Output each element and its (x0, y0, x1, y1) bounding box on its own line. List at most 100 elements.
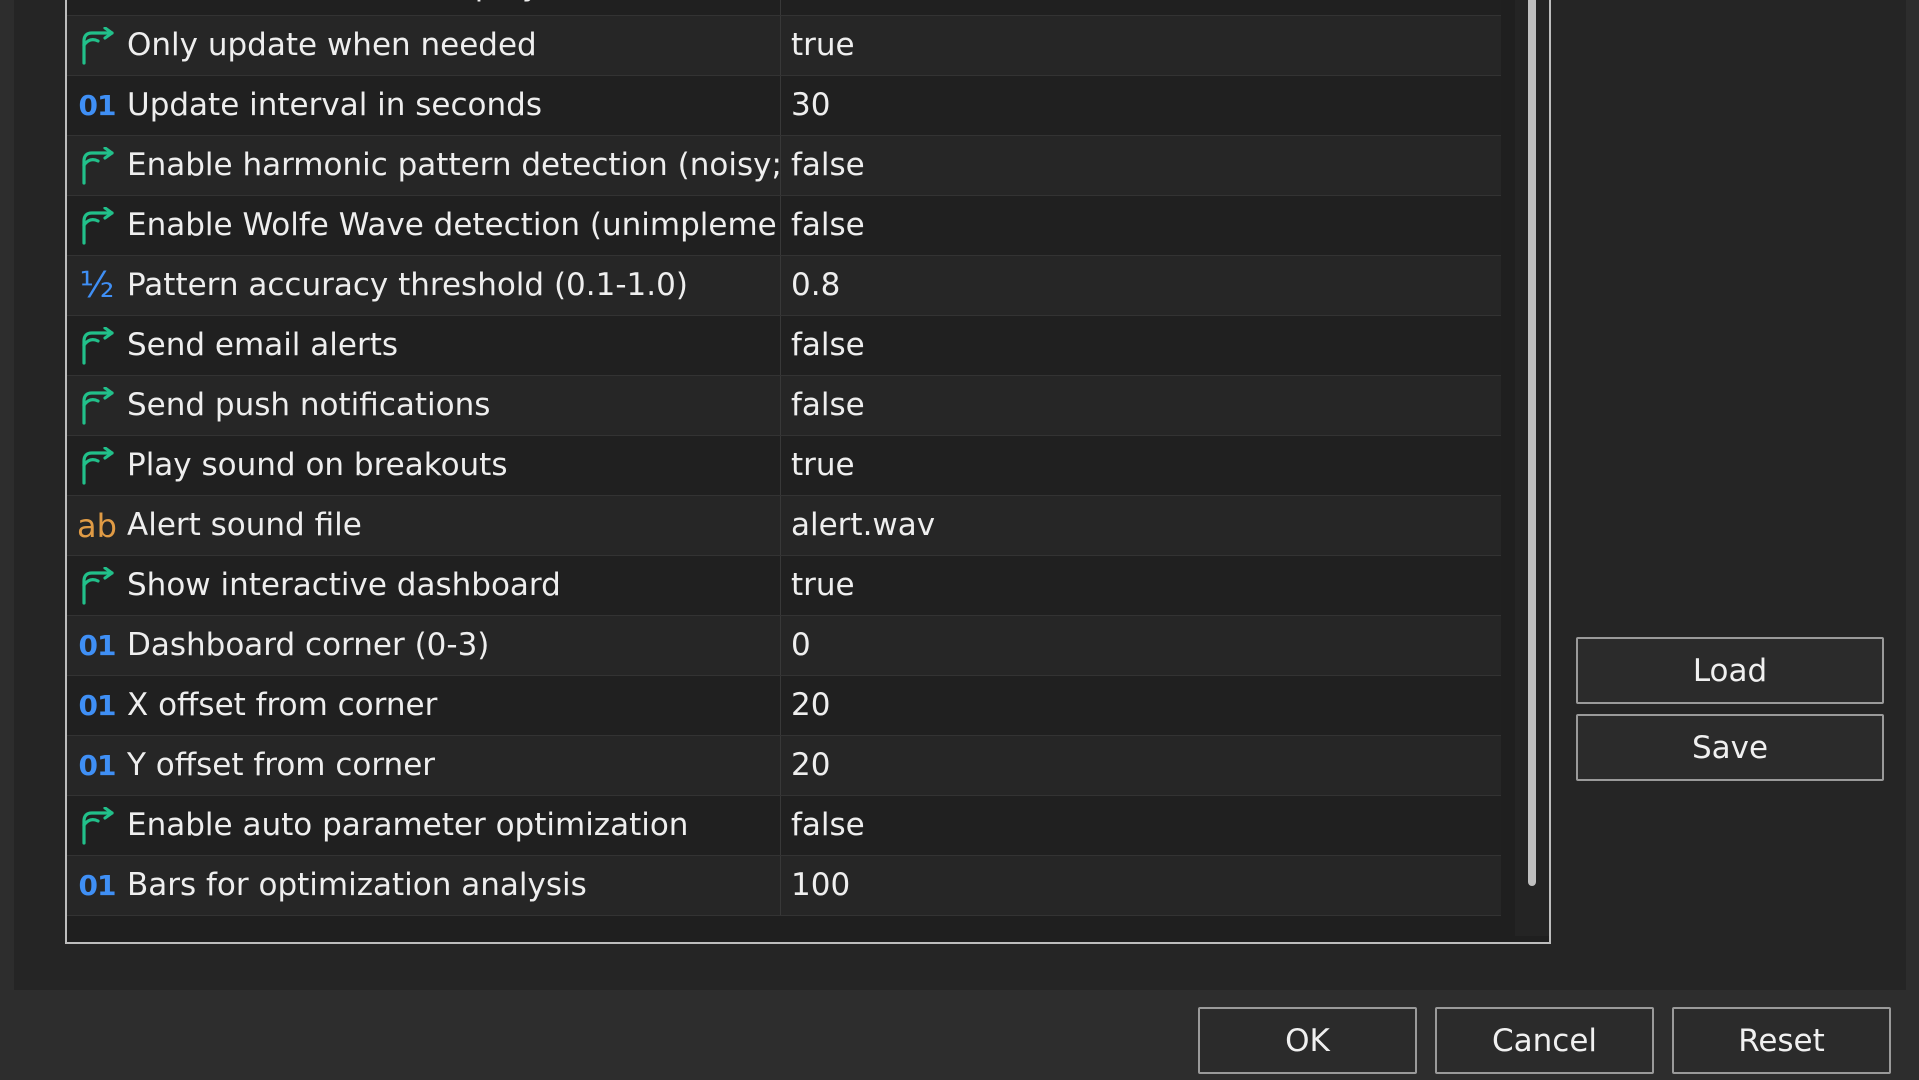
parameter-value-cell[interactable]: false (781, 376, 1501, 435)
parameter-value-cell[interactable]: false (781, 796, 1501, 855)
parameter-value[interactable]: 100 (791, 870, 850, 901)
parameter-value-cell[interactable]: 20 (781, 736, 1501, 795)
parameter-label: Send email alerts (127, 327, 399, 363)
parameter-row[interactable]: 01 X offset from corner 20 (67, 676, 1501, 736)
parameter-value[interactable]: false (791, 150, 865, 181)
parameter-value[interactable]: true (791, 570, 855, 601)
parameter-value[interactable]: alert.wav (791, 510, 935, 541)
parameter-label: Bars for optimization analysis (127, 867, 587, 903)
parameter-row[interactable]: Send push notifications false (67, 376, 1501, 436)
parameter-name-cell: Send email alerts (67, 316, 781, 375)
boolean-icon (75, 146, 119, 186)
parameter-value-cell[interactable]: 20 (781, 0, 1501, 15)
parameter-row[interactable]: Send email alerts false (67, 316, 1501, 376)
parameter-value-cell[interactable]: 100 (781, 856, 1501, 915)
boolean-icon (75, 806, 119, 846)
parameter-name-cell: Show interactive dashboard (67, 556, 781, 615)
boolean-icon (75, 26, 119, 66)
parameter-name-cell: 01 Bars for optimization analysis (67, 856, 781, 915)
parameter-name-cell: 01 Dashboard corner (0-3) (67, 616, 781, 675)
integer-icon: 01 (78, 89, 117, 122)
parameter-name-cell: 01 Maximum levels to display (67, 0, 781, 15)
boolean-icon (75, 326, 119, 366)
parameter-name-cell: 01 Y offset from corner (67, 736, 781, 795)
parameter-value-cell[interactable]: 20 (781, 676, 1501, 735)
parameter-row[interactable]: Enable harmonic pattern detection (noisy… (67, 136, 1501, 196)
parameter-name-cell: ½ Pattern accuracy threshold (0.1-1.0) (67, 256, 781, 315)
parameter-value-cell[interactable]: 0 (781, 616, 1501, 675)
parameter-label: Update interval in seconds (127, 87, 542, 123)
parameter-row[interactable]: Enable auto parameter optimization false (67, 796, 1501, 856)
parameter-value-cell[interactable]: false (781, 316, 1501, 375)
parameter-value[interactable]: true (791, 30, 855, 61)
parameter-label: Enable auto parameter optimization (127, 807, 689, 843)
parameter-row[interactable]: ½ Pattern accuracy threshold (0.1-1.0) 0.8 (67, 256, 1501, 316)
integer-icon: 01 (78, 749, 117, 782)
save-button[interactable]: Save (1576, 714, 1884, 781)
parameter-name-cell: Enable harmonic pattern detection (noisy… (67, 136, 781, 195)
parameter-value[interactable]: 0 (791, 630, 811, 661)
parameter-row[interactable]: 01 Y offset from corner 20 (67, 736, 1501, 796)
reset-button[interactable]: Reset (1672, 1007, 1891, 1074)
parameter-name-cell: Enable auto parameter optimization (67, 796, 781, 855)
parameter-value[interactable]: 20 (791, 690, 830, 721)
load-button[interactable]: Load (1576, 637, 1884, 704)
parameter-label: Y offset from corner (127, 747, 436, 783)
integer-icon: 01 (75, 0, 119, 6)
parameter-row[interactable]: Only update when needed true (67, 16, 1501, 76)
parameter-label: Alert sound file (127, 507, 362, 543)
parameter-value-cell[interactable]: true (781, 556, 1501, 615)
parameter-row[interactable]: 01 Dashboard corner (0-3) 0 (67, 616, 1501, 676)
parameter-value-cell[interactable]: false (781, 196, 1501, 255)
parameter-label: Enable Wolfe Wave detection (unimpleme..… (127, 207, 781, 243)
parameter-row[interactable]: Enable Wolfe Wave detection (unimpleme..… (67, 196, 1501, 256)
string-icon: ab (77, 506, 117, 545)
parameter-value-cell[interactable]: 0.8 (781, 256, 1501, 315)
parameter-name-cell: Only update when needed (67, 16, 781, 75)
parameter-value-cell[interactable]: 30 (781, 76, 1501, 135)
parameter-name-cell: Play sound on breakouts (67, 436, 781, 495)
parameter-value[interactable]: 20 (791, 750, 830, 781)
parameter-row[interactable]: Show interactive dashboard true (67, 556, 1501, 616)
integer-icon: 01 (78, 689, 117, 722)
boolean-icon (75, 386, 119, 426)
parameters-table: 01 Maximum levels to display 20 Only update… (65, 0, 1551, 944)
parameter-row[interactable]: 01 Update interval in seconds 30 (67, 76, 1501, 136)
boolean-icon (75, 566, 119, 606)
parameter-name-cell: 01 Update interval in seconds (67, 76, 781, 135)
double-icon: ½ (79, 265, 115, 306)
boolean-icon (75, 206, 119, 246)
parameter-value[interactable]: false (791, 210, 865, 241)
integer-icon: 01 (78, 869, 117, 902)
parameter-value[interactable]: 30 (791, 90, 830, 121)
parameter-row[interactable]: Play sound on breakouts true (67, 436, 1501, 496)
parameter-value-cell[interactable]: true (781, 436, 1501, 495)
parameter-value-cell[interactable]: alert.wav (781, 496, 1501, 555)
parameter-value[interactable]: true (791, 450, 855, 481)
parameters-panel: 01 Maximum levels to display 20 Only update… (14, 0, 1906, 990)
vertical-scrollbar[interactable] (1515, 0, 1549, 936)
integer-icon: 01 (78, 629, 117, 662)
parameter-value-cell[interactable]: true (781, 16, 1501, 75)
parameter-value[interactable]: false (791, 810, 865, 841)
scrollbar-thumb[interactable] (1528, 0, 1536, 886)
cancel-button[interactable]: Cancel (1435, 1007, 1654, 1074)
parameter-value[interactable]: false (791, 330, 865, 361)
parameter-label: Show interactive dashboard (127, 567, 561, 603)
parameter-name-cell: ab Alert sound file (67, 496, 781, 555)
parameter-row[interactable]: 01 Bars for optimization analysis 100 (67, 856, 1501, 916)
parameters-rows: 01 Maximum levels to display 20 Only update… (67, 0, 1501, 916)
parameter-value[interactable]: 0.8 (791, 270, 840, 301)
parameter-label: Enable harmonic pattern detection (noisy… (127, 147, 781, 183)
ok-button[interactable]: OK (1198, 1007, 1417, 1074)
parameter-row[interactable]: ab Alert sound file alert.wav (67, 496, 1501, 556)
parameter-value[interactable]: false (791, 390, 865, 421)
boolean-icon (75, 446, 119, 486)
parameter-value-cell[interactable]: false (781, 136, 1501, 195)
parameter-value[interactable]: 20 (791, 0, 830, 1)
parameter-row[interactable]: 01 Maximum levels to display 20 (67, 0, 1501, 16)
parameter-label: Pattern accuracy threshold (0.1-1.0) (127, 267, 688, 303)
parameter-label: X offset from corner (127, 687, 438, 723)
input-parameters-dialog: 01 Maximum levels to display 20 Only update… (0, 0, 1919, 1080)
parameter-label: Send push notifications (127, 387, 491, 423)
